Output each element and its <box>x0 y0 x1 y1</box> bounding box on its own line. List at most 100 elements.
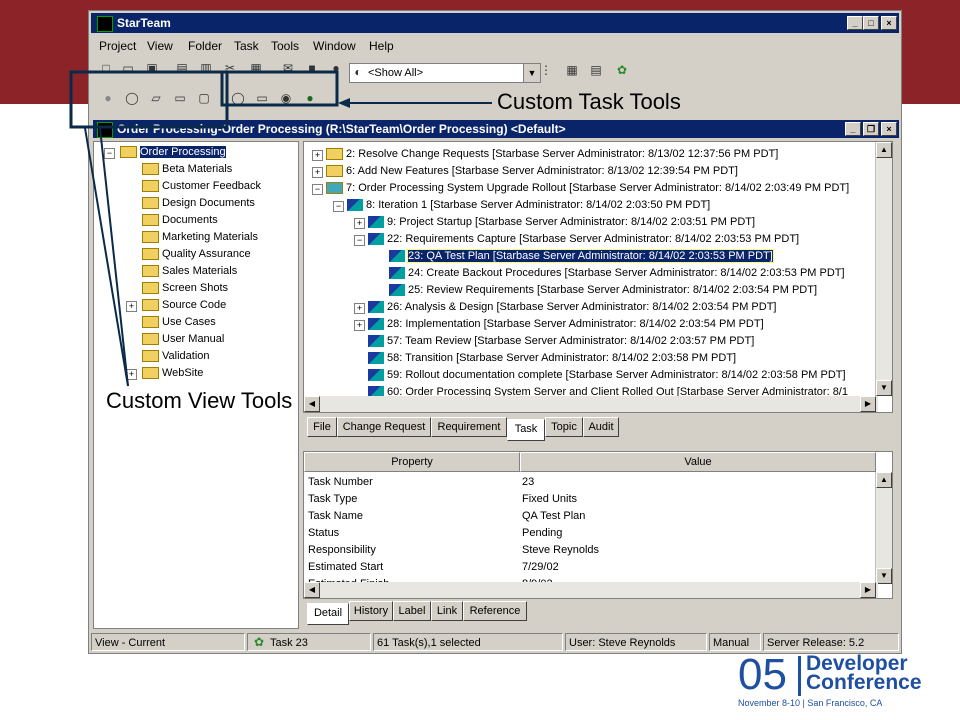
folder-root[interactable]: Order Processing <box>120 144 226 161</box>
folder-item[interactable]: Beta Materials <box>142 161 232 178</box>
task-row[interactable]: 57: Team Review [Starbase Server Adminis… <box>368 333 754 350</box>
record-icon[interactable]: ● <box>99 89 117 107</box>
tab-change-request[interactable]: Change Request <box>337 417 431 437</box>
prop-scroll-down-icon[interactable]: ▼ <box>876 568 892 584</box>
computer-icon[interactable]: ▭ <box>171 89 189 107</box>
task-row[interactable]: 58: Transition [Starbase Server Administ… <box>368 350 736 367</box>
collapse-icon[interactable]: − <box>312 184 323 195</box>
hierarchy-icon[interactable]: ⋮ <box>537 61 555 79</box>
tab-requirement[interactable]: Requirement <box>431 417 507 437</box>
task-row[interactable]: 23: QA Test Plan [Starbase Server Admini… <box>389 248 774 265</box>
property-value[interactable]: QA Test Plan <box>522 508 585 525</box>
property-value[interactable]: Steve Reynolds <box>522 542 599 559</box>
value-header[interactable]: Value <box>520 452 876 472</box>
expand-icon[interactable]: + <box>354 218 365 229</box>
task-computer-icon[interactable]: ▭ <box>253 89 271 107</box>
expand-icon[interactable]: + <box>126 369 137 380</box>
property-value[interactable]: 23 <box>522 474 534 491</box>
folder-item[interactable]: Quality Assurance <box>142 246 251 263</box>
tab-topic[interactable]: Topic <box>545 417 583 437</box>
scroll-left-icon[interactable]: ◀ <box>304 396 320 412</box>
properties-icon[interactable]: ▦ <box>247 59 265 77</box>
starteam-icon[interactable]: ✿ <box>613 61 631 79</box>
expand-icon[interactable]: + <box>354 320 365 331</box>
collapse-icon[interactable]: − <box>104 148 115 159</box>
task-row[interactable]: 24: Create Backout Procedures [Starbase … <box>389 265 845 282</box>
folder-item[interactable]: Source Code <box>142 297 226 314</box>
prop-scroll-right-icon[interactable]: ▶ <box>860 582 876 598</box>
collapse-icon[interactable]: − <box>333 201 344 212</box>
folder-item[interactable]: Screen Shots <box>142 280 228 297</box>
task-row[interactable]: 7: Order Processing System Upgrade Rollo… <box>326 180 849 197</box>
tab-audit[interactable]: Audit <box>583 417 619 437</box>
property-value[interactable]: Fixed Units <box>522 491 577 508</box>
folder-item[interactable]: Marketing Materials <box>142 229 258 246</box>
people-icon[interactable]: ● <box>301 89 319 107</box>
collapse-icon[interactable]: − <box>354 235 365 246</box>
task-row[interactable]: 9: Project Startup [Starbase Server Admi… <box>368 214 755 231</box>
mail-icon[interactable]: ✉ <box>279 59 297 77</box>
lock-icon[interactable]: ■ <box>303 59 321 77</box>
filter-combo[interactable]: ◐ <Show All> ▼ <box>349 63 541 83</box>
task-vscrollbar[interactable]: ▲ ▼ <box>875 142 892 396</box>
menu-task[interactable]: Task <box>234 39 259 53</box>
property-header[interactable]: Property <box>304 452 520 472</box>
tab-history[interactable]: History <box>349 601 393 621</box>
property-vscrollbar[interactable]: ▲ ▼ <box>875 472 892 584</box>
expand-icon[interactable]: + <box>126 301 137 312</box>
expand-icon[interactable]: + <box>354 303 365 314</box>
tab-label[interactable]: Label <box>393 601 431 621</box>
property-value[interactable]: 7/29/02 <box>522 559 559 576</box>
menu-folder[interactable]: Folder <box>188 39 222 53</box>
unlock-icon[interactable]: ● <box>327 59 345 77</box>
tab-file[interactable]: File <box>307 417 337 437</box>
list-view-icon[interactable]: ▦ <box>563 61 581 79</box>
tag-icon[interactable]: ▱ <box>147 89 165 107</box>
folder-item[interactable]: Use Cases <box>142 314 216 331</box>
task-row[interactable]: 8: Iteration 1 [Starbase Server Administ… <box>347 197 710 214</box>
task-row[interactable]: 22: Requirements Capture [Starbase Serve… <box>368 231 799 248</box>
menu-tools[interactable]: Tools <box>271 39 299 53</box>
tree-view-icon[interactable]: ▤ <box>587 61 605 79</box>
task-row[interactable]: 6: Add New Features [Starbase Server Adm… <box>326 163 738 180</box>
property-hscrollbar[interactable]: ◀ ▶ <box>304 582 878 598</box>
folder-item[interactable]: Design Documents <box>142 195 255 212</box>
save-icon[interactable]: ▣ <box>143 59 161 77</box>
close-button[interactable]: × <box>881 16 897 30</box>
tab-link[interactable]: Link <box>431 601 463 621</box>
open-icon[interactable]: ▭ <box>119 59 137 77</box>
task-row[interactable]: 2: Resolve Change Requests [Starbase Ser… <box>326 146 778 163</box>
window-icon[interactable]: ▢ <box>195 89 213 107</box>
expand-icon[interactable]: + <box>312 150 323 161</box>
prop-scroll-left-icon[interactable]: ◀ <box>304 582 320 598</box>
scroll-right-icon[interactable]: ▶ <box>860 396 876 412</box>
cut-icon[interactable]: ✂ <box>221 59 239 77</box>
property-value[interactable]: Pending <box>522 525 562 542</box>
scroll-down-icon[interactable]: ▼ <box>876 380 892 396</box>
folder-item[interactable]: WebSite <box>142 365 203 382</box>
folder-item[interactable]: Sales Materials <box>142 263 237 280</box>
task-hscrollbar[interactable]: ◀ ▶ <box>304 396 878 412</box>
folder-item[interactable]: Validation <box>142 348 210 365</box>
scroll-up-icon[interactable]: ▲ <box>876 142 892 158</box>
folder-item[interactable]: Customer Feedback <box>142 178 261 195</box>
task-row[interactable]: 59: Rollout documentation complete [Star… <box>368 367 846 384</box>
copy-icon[interactable]: ▥ <box>197 59 215 77</box>
child-minimize-button[interactable]: _ <box>845 122 861 136</box>
child-restore-button[interactable]: ❐ <box>863 122 879 136</box>
menu-window[interactable]: Window <box>313 39 356 53</box>
prop-scroll-up-icon[interactable]: ▲ <box>876 472 892 488</box>
expand-icon[interactable]: + <box>312 167 323 178</box>
tab-detail[interactable]: Detail <box>307 603 349 625</box>
tab-reference[interactable]: Reference <box>463 601 527 621</box>
menu-view[interactable]: View <box>147 39 173 53</box>
task-row[interactable]: 25: Review Requirements [Starbase Server… <box>389 282 817 299</box>
tab-task[interactable]: Task <box>507 419 545 441</box>
menu-help[interactable]: Help <box>369 39 394 53</box>
comment-icon[interactable]: ◯ <box>123 89 141 107</box>
print-icon[interactable]: ▤ <box>173 59 191 77</box>
child-close-button[interactable]: × <box>881 122 897 136</box>
task-comment-icon[interactable]: ◯ <box>229 89 247 107</box>
new-icon[interactable]: □ <box>97 59 115 77</box>
globe-icon[interactable]: ◉ <box>277 89 295 107</box>
